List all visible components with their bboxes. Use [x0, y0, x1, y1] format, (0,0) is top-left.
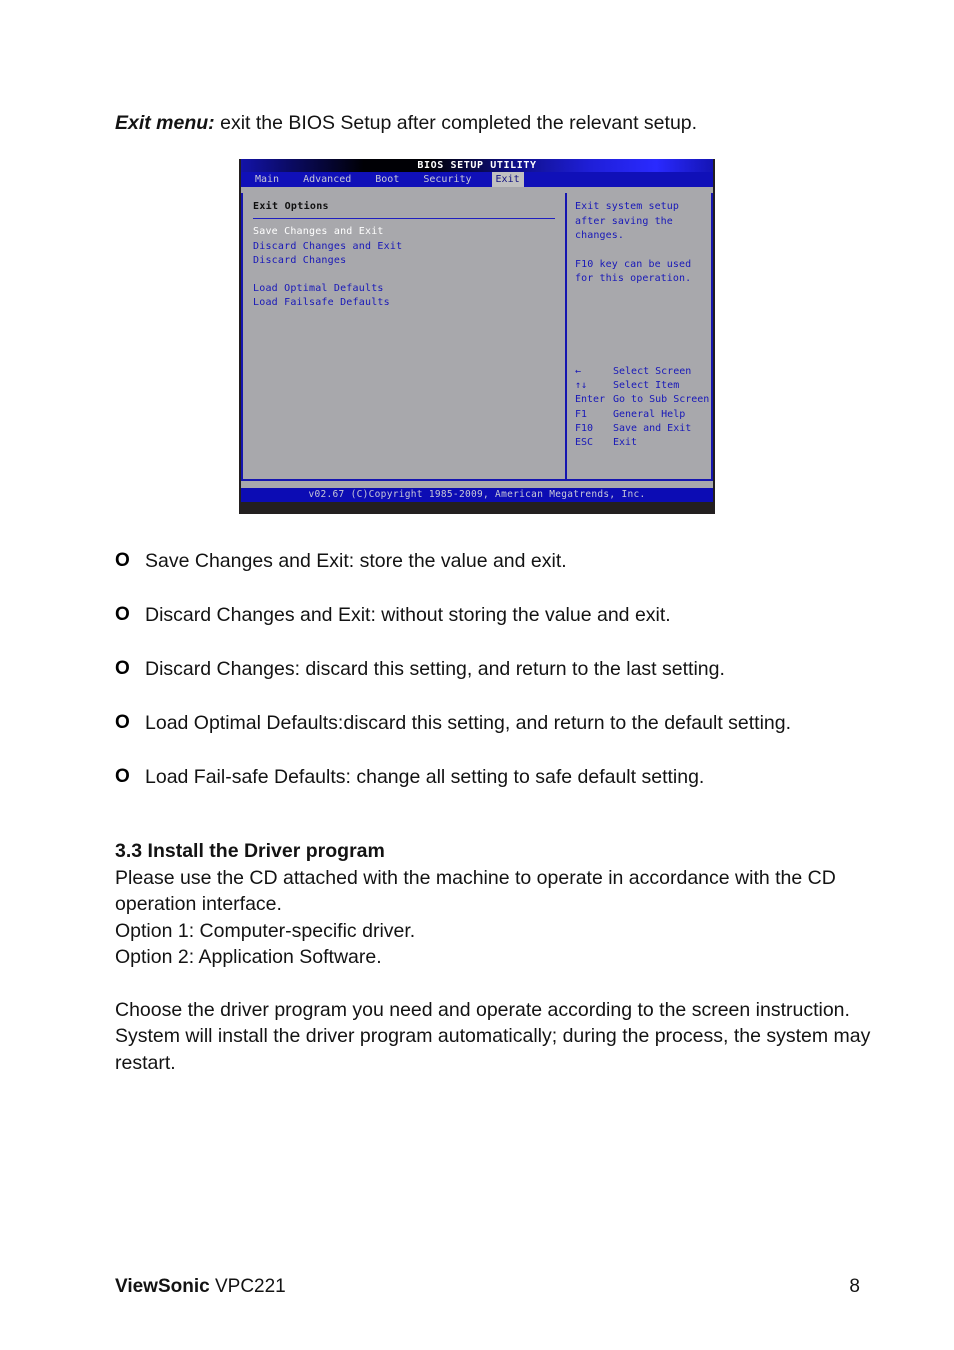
bios-menu-exit[interactable]: Exit — [491, 172, 524, 187]
bios-help-line-1: Exit system setup — [575, 201, 680, 212]
brand-name: ViewSonic — [115, 1276, 210, 1297]
bios-body: Exit Options Save Changes and Exit Disca… — [241, 193, 713, 481]
bios-option-discard-changes-and-exit[interactable]: Discard Changes and Exit — [253, 240, 565, 255]
exit-options-bullet-list: O Save Changes and Exit: store the value… — [115, 548, 875, 790]
bios-help-line-4: F10 key can be used — [575, 258, 692, 270]
bios-legend-row: ← Select Screen — [575, 365, 720, 379]
bios-help-line-2: after saving the — [575, 215, 673, 227]
bullet-circle-icon: O — [115, 766, 130, 787]
bios-option-load-failsafe-defaults[interactable]: Load Failsafe Defaults — [253, 296, 565, 311]
bullet-circle-icon: O — [115, 550, 130, 571]
left-arrow-icon: ← — [575, 366, 582, 377]
section-paragraph-2: Choose the driver program you need and o… — [115, 998, 871, 1074]
bios-screen: BIOS SETUP UTILITY Main Advanced Boot Secur… — [241, 159, 713, 514]
bios-legend-key: F1 — [575, 408, 588, 420]
bullet-circle-icon: O — [115, 604, 130, 625]
bios-legend-action: Go to Sub Screen — [613, 394, 710, 406]
list-item-text: Save Changes and Exit: store the value a… — [145, 550, 567, 572]
page-number: 8 — [849, 1276, 860, 1297]
intro-lead: Exit menu: — [115, 112, 215, 134]
model-name: VPC221 — [214, 1276, 286, 1297]
bios-legend-row: F10 Save and Exit — [575, 422, 720, 436]
bios-legend-row: Enter Go to Sub Screen — [575, 393, 720, 407]
bios-option-save-changes-and-exit[interactable]: Save Changes and Exit — [253, 225, 565, 240]
bios-options-spacer — [253, 269, 565, 282]
bios-help-line-5: for this operation. — [575, 273, 692, 284]
section-3-3: 3.3 Install the Driver program Please us… — [115, 838, 875, 1076]
bios-copyright-bar: v02.67 (C)Copyright 1985-2009, American … — [241, 488, 713, 502]
section-option-2: Option 2: Application Software. — [115, 946, 382, 968]
bios-key-legend: ← Select Screen ↑↓ Select Item Enter Go to … — [575, 365, 720, 450]
bios-legend-row: ↑↓ Select Item — [575, 379, 720, 393]
list-item: O Load Fail-safe Defaults: change all se… — [115, 764, 875, 790]
bios-footer-spacer — [241, 481, 713, 488]
bios-section-title: Exit Options — [253, 201, 329, 212]
bios-setup-screenshot: BIOS SETUP UTILITY Main Advanced Boot Secur… — [239, 159, 715, 514]
document-page: Exit menu: exit the BIOS Setup after com… — [0, 0, 954, 1350]
bios-legend-row: F1 General Help — [575, 408, 720, 422]
bios-menu-bar: Main Advanced Boot Security Exit — [241, 172, 713, 187]
bios-menu-boot[interactable]: Boot — [371, 172, 403, 187]
list-item-text: Load Fail-safe Defaults: change all sett… — [145, 766, 705, 788]
section-paragraph-1: Please use the CD attached with the mach… — [115, 866, 836, 916]
bios-legend-row: ESC Exit — [575, 436, 720, 450]
bios-help-spacer — [575, 244, 711, 258]
list-item-text: Load Optimal Defaults:discard this setti… — [145, 712, 792, 734]
bios-menu-security[interactable]: Security — [419, 172, 475, 187]
bullet-circle-icon: O — [115, 712, 130, 733]
bios-help-panel: Exit system setup after saving the chang… — [565, 193, 711, 479]
bios-help-line-3: changes. — [575, 230, 624, 241]
page-footer: ViewSonic VPC221 8 — [115, 1275, 860, 1299]
intro-paragraph: Exit menu: exit the BIOS Setup after com… — [115, 110, 875, 136]
intro-rest: exit the BIOS Setup after completed the … — [214, 112, 698, 134]
bios-section-divider — [253, 218, 555, 219]
bios-legend-action: General Help — [613, 408, 686, 420]
section-option-1: Option 1: Computer-specific driver. — [115, 919, 416, 942]
list-item: O Discard Changes and Exit: without stor… — [115, 602, 875, 628]
bios-title-bar: BIOS SETUP UTILITY — [241, 159, 713, 172]
up-down-arrow-icon: ↑↓ — [575, 380, 588, 392]
bios-legend-key: ESC — [575, 437, 594, 449]
list-item: O Load Optimal Defaults:discard this set… — [115, 710, 875, 736]
bios-options-panel: Exit Options Save Changes and Exit Disca… — [243, 193, 565, 479]
list-item-text: Discard Changes and Exit: without storin… — [145, 604, 671, 626]
bios-legend-action: Save and Exit — [613, 422, 692, 434]
list-item: O Discard Changes: discard this setting,… — [115, 656, 875, 682]
bios-legend-key: F10 — [575, 422, 594, 434]
list-item: O Save Changes and Exit: store the value… — [115, 548, 875, 574]
bios-legend-key: Enter — [575, 394, 606, 406]
bios-legend-action: Select Item — [613, 380, 680, 392]
list-item-text: Discard Changes: discard this setting, a… — [145, 658, 725, 680]
bios-legend-action: Exit — [613, 437, 638, 449]
section-heading: 3.3 Install the Driver program — [115, 840, 385, 862]
bios-option-load-optimal-defaults[interactable]: Load Optimal Defaults — [253, 282, 565, 297]
bullet-circle-icon: O — [115, 658, 130, 679]
bios-legend-action: Select Screen — [613, 366, 692, 377]
bios-menu-main[interactable]: Main — [251, 172, 283, 187]
bios-menu-advanced[interactable]: Advanced — [299, 172, 355, 187]
bios-option-discard-changes[interactable]: Discard Changes — [253, 254, 565, 269]
